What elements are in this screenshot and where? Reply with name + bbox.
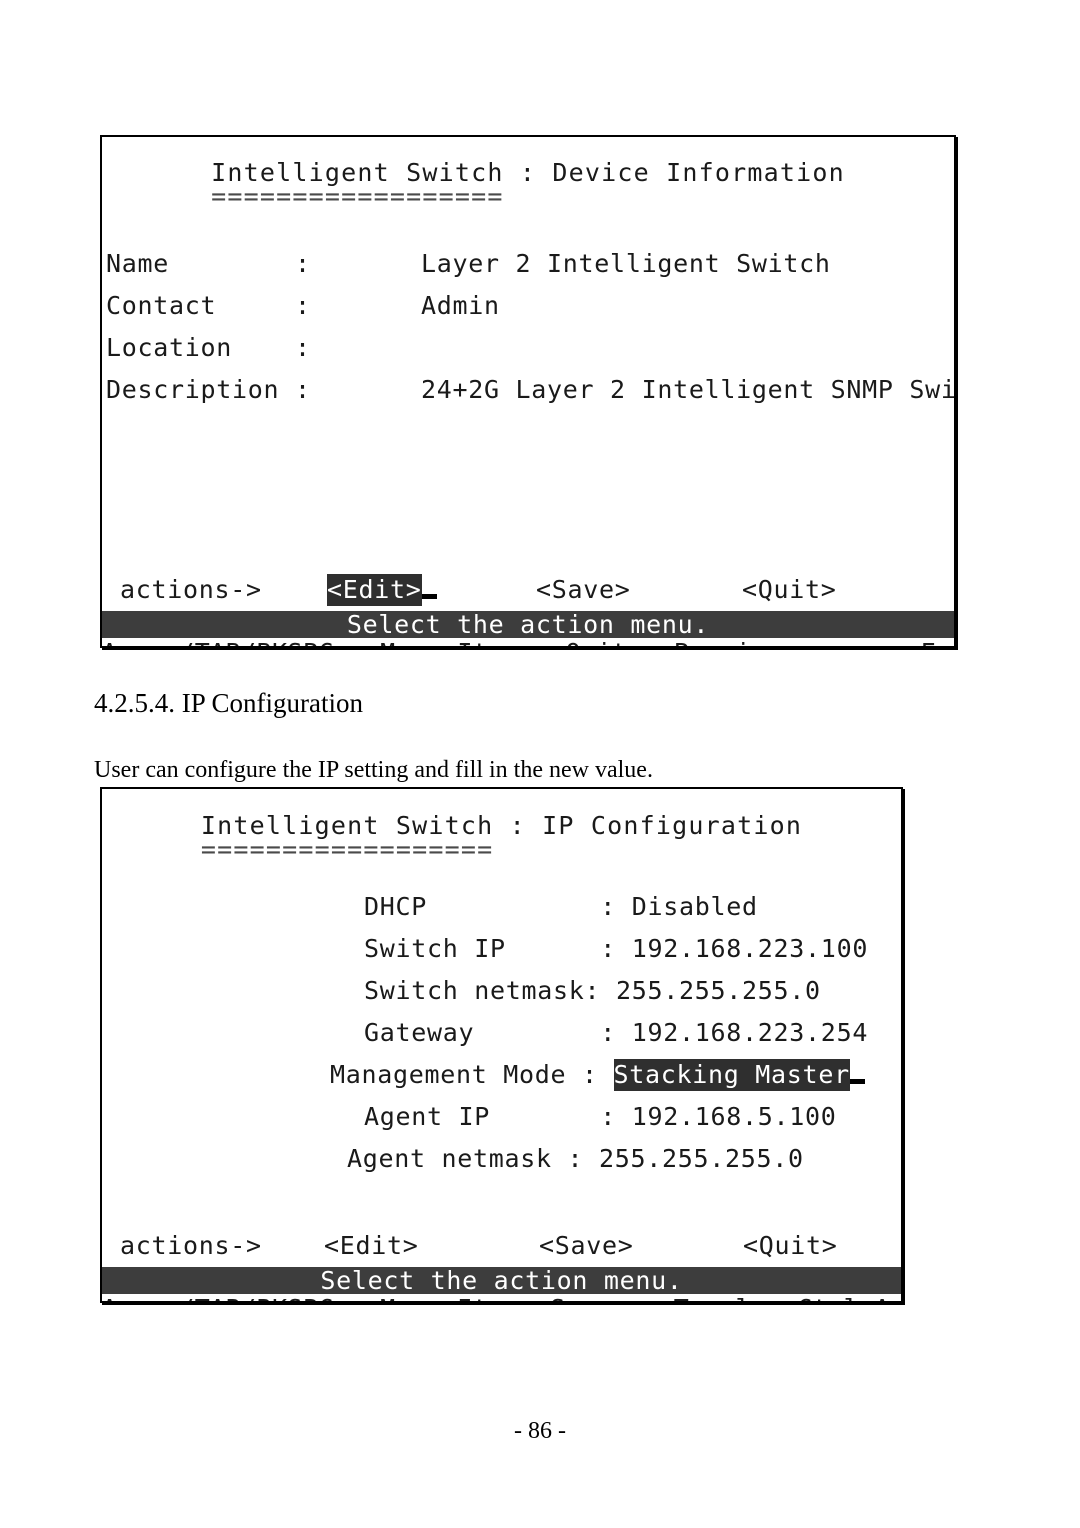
terminal-body: Intelligent Switch : IP Configuration ===… [102,812,901,1301]
field-row-gateway: Gateway : 192.168.223.254 [364,1012,901,1054]
terminal-bottom-bars: actions-> <Edit> <Save> <Quit> Select th… [102,1231,901,1301]
terminal-title: Intelligent Switch : IP Configuration ===… [200,811,803,864]
terminal-title-rule: ================== [200,835,494,864]
field-value-switch-ip[interactable]: 192.168.223.100 [632,934,868,963]
terminal-title-block: Intelligent Switch : IP Configuration ===… [102,812,901,862]
field-value-description[interactable]: 24+2G Layer 2 Intelligent SNMP Switch [421,375,954,404]
ip-field-list: DHCP : Disabled Switch IP : 192.168.223.… [102,886,901,1180]
terminal-title: Intelligent Switch : Device Information =… [211,158,845,211]
field-value-agent-ip[interactable]: 192.168.5.100 [632,1102,837,1131]
terminal-panel-ip-configuration: Intelligent Switch : IP Configuration ===… [100,787,903,1303]
field-value-management-mode[interactable]: Stacking Master [613,1059,850,1091]
device-field-list: Name : Layer 2 Intelligent Switch Contac… [102,243,954,411]
section-heading: 4.2.5.4. IP Configuration [94,688,363,718]
field-label-description: Description : [106,375,311,404]
terminal-bottom-bars: actions-> <Edit> <Save> <Quit> Select th… [102,574,954,646]
field-label-dhcp: DHCP : [364,892,617,921]
terminal-body: Intelligent Switch : Device Information =… [102,159,954,646]
page-number: - 86 - [514,1418,566,1444]
field-row-contact: Contact : Admin [106,285,954,327]
field-label-switch-netmask: Switch netmask: [364,976,601,1005]
section-paragraph: User can configure the IP setting and fi… [94,757,653,783]
field-value-gateway[interactable]: 192.168.223.254 [632,1018,868,1047]
text-cursor [421,593,438,599]
field-row-description: Description : 24+2G Layer 2 Intelligent … [106,369,954,411]
keyboard-hint-bar: Arrow/TAB/BKSPC = Move Item Quit = Previ… [102,638,954,646]
field-label-location: Location : [106,333,311,362]
terminal-panel-device-information: Intelligent Switch : Device Information =… [100,135,956,648]
field-value-contact[interactable]: Admin [421,291,500,320]
action-save-button[interactable]: <Save> [539,1231,634,1260]
field-label-name: Name : [106,249,311,278]
field-value-name[interactable]: Layer 2 Intelligent Switch [421,249,831,278]
terminal-title-block: Intelligent Switch : Device Information =… [102,159,954,209]
field-label-agent-ip: Agent IP : [364,1102,617,1131]
action-menu-row: actions-> <Edit> <Save> <Quit> [102,574,954,611]
field-row-switch-ip: Switch IP : 192.168.223.100 [364,928,901,970]
actions-prompt-label: actions-> [120,575,262,604]
field-label-switch-ip: Switch IP : [364,934,617,963]
field-row-location: Location : [106,327,954,369]
actions-prompt-label: actions-> [120,1231,262,1260]
terminal-title-rule: ================== [211,182,504,211]
field-value-switch-netmask[interactable]: 255.255.255.0 [616,976,821,1005]
field-row-management-mode: Management Mode : Stacking Master [330,1054,901,1096]
action-edit-button[interactable]: <Edit> [327,574,438,606]
status-bar: Select the action menu. [102,611,954,638]
action-save-button[interactable]: <Save> [536,575,631,604]
action-quit-button[interactable]: <Quit> [742,575,837,604]
field-row-agent-netmask: Agent netmask : 255.255.255.0 [347,1138,901,1180]
field-label-gateway: Gateway : [364,1018,617,1047]
field-label-management-mode: Management Mode : [330,1060,598,1089]
field-row-name: Name : Layer 2 Intelligent Switch [106,243,954,285]
field-label-contact: Contact : [106,291,311,320]
action-menu-row: actions-> <Edit> <Save> <Quit> [102,1231,901,1267]
text-cursor [849,1078,866,1084]
action-edit-label: <Edit> [327,574,422,606]
field-value-agent-netmask[interactable]: 255.255.255.0 [599,1144,804,1173]
field-label-agent-netmask: Agent netmask : [347,1144,584,1173]
field-value-dhcp[interactable]: Disabled [632,892,758,921]
field-row-dhcp: DHCP : Disabled [364,886,901,928]
field-row-agent-ip: Agent IP : 192.168.5.100 [364,1096,901,1138]
action-quit-button[interactable]: <Quit> [743,1231,838,1260]
field-row-switch-netmask: Switch netmask: 255.255.255.0 [364,970,901,1012]
action-edit-button[interactable]: <Edit> [324,1231,419,1260]
